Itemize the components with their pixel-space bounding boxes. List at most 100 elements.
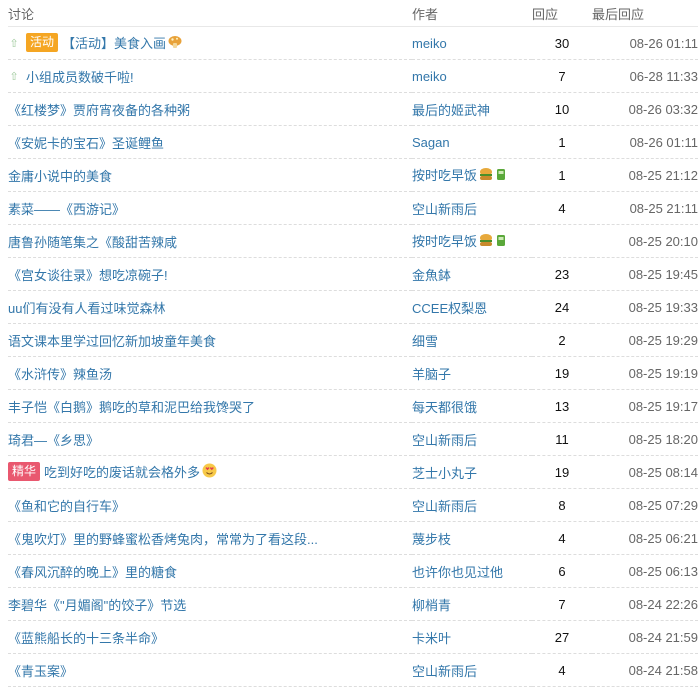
table-row: 琦君—《乡思》 空山新雨后 11 08-25 18:20 <box>8 422 698 456</box>
author-link[interactable]: 蔑步枝 <box>412 532 451 547</box>
author-link[interactable]: 卡米叶 <box>412 631 451 646</box>
reply-count: 30 <box>532 26 592 60</box>
author-link[interactable]: 最后的姬武神 <box>412 103 490 118</box>
author-link[interactable]: 按时吃早饭 <box>412 234 477 249</box>
header-replies: 回应 <box>532 0 592 27</box>
author-link[interactable]: Sagan <box>412 135 450 150</box>
author-cell: 空山新雨后 <box>412 488 532 522</box>
topic-title-link[interactable]: uu们有没有人看过味觉森林 <box>8 301 165 316</box>
topic-title-link[interactable]: 金庸小说中的美食 <box>8 169 112 184</box>
topic-cell: 《春风沉醉的晚上》里的糖食 <box>8 554 412 588</box>
topic-cell: 金庸小说中的美食 <box>8 158 412 192</box>
author-link[interactable]: meiko <box>412 36 447 51</box>
topic-table: 讨论 作者 回应 最后回应 ⇧ 活动 【活动】美食入画 meiko 30 08-26 01… <box>8 0 698 687</box>
table-row: 李碧华《"月媚阁"的饺子》节选 柳梢青 7 08-24 22:26 <box>8 587 698 621</box>
table-row: 《水浒传》辣鱼汤 羊脑子 19 08-25 19:19 <box>8 356 698 390</box>
header-author: 作者 <box>412 0 532 27</box>
table-row: 《红楼梦》贾府宵夜备的各种粥 最后的姬武神 10 08-26 03:32 <box>8 92 698 126</box>
topic-title-link[interactable]: 《青玉案》 <box>8 664 73 679</box>
topic-title-link[interactable]: 唐鲁孙随笔集之《酸甜苦辣咸 <box>8 235 177 250</box>
table-row: 金庸小说中的美食 按时吃早饭 1 08-25 21:12 <box>8 158 698 192</box>
last-reply-time: 08-24 21:59 <box>592 620 698 654</box>
table-row: 《鬼吹灯》里的野蜂蜜松香烤兔肉，常常为了看这段... 蔑步枝 4 08-25 06:2… <box>8 521 698 555</box>
author-cell: 按时吃早饭 <box>412 224 532 258</box>
table-row: ⇧ 活动 【活动】美食入画 meiko 30 08-26 01:11 <box>8 26 698 60</box>
topic-title-link[interactable]: 《蓝熊船长的十三条半命》 <box>8 631 164 646</box>
header-topic: 讨论 <box>8 0 412 27</box>
topic-cell: 《蓝熊船长的十三条半命》 <box>8 620 412 654</box>
topic-title-link[interactable]: 【活动】美食入画 <box>62 37 166 52</box>
burger-drink-icon <box>479 233 509 251</box>
author-cell: 蔑步枝 <box>412 521 532 555</box>
author-link[interactable]: meiko <box>412 69 447 84</box>
table-row: 《蓝熊船长的十三条半命》 卡米叶 27 08-24 21:59 <box>8 620 698 654</box>
last-reply-time: 08-25 19:33 <box>592 290 698 324</box>
topic-cell: 唐鲁孙随笔集之《酸甜苦辣咸 <box>8 224 412 258</box>
topic-title-link[interactable]: 《水浒传》辣鱼汤 <box>8 367 112 382</box>
last-reply-time: 08-26 01:11 <box>592 26 698 60</box>
reply-count: 4 <box>532 191 592 225</box>
topic-cell: 素菜——《西游记》 <box>8 191 412 225</box>
last-reply-time: 08-24 22:26 <box>592 587 698 621</box>
pinned-arrow-icon: ⇧ <box>9 70 19 83</box>
topic-title-link[interactable]: 小组成员数破千啦! <box>26 70 134 85</box>
topic-title-link[interactable]: 素菜——《西游记》 <box>8 202 125 217</box>
author-link[interactable]: 羊脑子 <box>412 367 451 382</box>
topic-title-link[interactable]: 《红楼梦》贾府宵夜备的各种粥 <box>8 103 190 118</box>
pinned-arrow-icon: ⇧ <box>9 37 19 50</box>
topic-title-link[interactable]: 《鱼和它的自行车》 <box>8 499 125 514</box>
topic-title-link[interactable]: 琦君—《乡思》 <box>8 433 99 448</box>
topic-title-link[interactable]: 吃到好吃的废话就会格外多 <box>44 466 200 481</box>
topic-cell: 《宫女谈往录》想吃凉碗子! <box>8 257 412 291</box>
last-reply-time: 08-25 20:10 <box>592 224 698 258</box>
author-link[interactable]: 按时吃早饭 <box>412 168 477 183</box>
topic-tag-badge: 活动 <box>26 33 59 53</box>
author-link[interactable]: 金魚鉢 <box>412 268 451 283</box>
reply-count: 13 <box>532 389 592 423</box>
author-link[interactable]: 空山新雨后 <box>412 664 477 679</box>
topic-title-link[interactable]: 《安妮卡的宝石》圣诞鲤鱼 <box>8 136 164 151</box>
table-row: 《青玉案》 空山新雨后 4 08-24 21:58 <box>8 653 698 687</box>
author-link[interactable]: 每天都很饿 <box>412 400 477 415</box>
author-link[interactable]: 柳梢青 <box>412 598 451 613</box>
author-cell: 卡米叶 <box>412 620 532 654</box>
reply-count: 27 <box>532 620 592 654</box>
reply-count: 4 <box>532 521 592 555</box>
author-link[interactable]: 细雪 <box>412 334 438 349</box>
author-link[interactable]: 芝士小丸子 <box>412 466 477 481</box>
last-reply-time: 08-25 07:29 <box>592 488 698 522</box>
last-reply-time: 08-25 06:21 <box>592 521 698 555</box>
last-reply-time: 08-26 01:11 <box>592 125 698 159</box>
author-cell: meiko <box>412 59 532 93</box>
author-link[interactable]: 空山新雨后 <box>412 433 477 448</box>
author-link[interactable]: 也许你也见过他 <box>412 565 503 580</box>
reply-count: 6 <box>532 554 592 588</box>
last-reply-time: 08-25 19:17 <box>592 389 698 423</box>
reply-count: 7 <box>532 59 592 93</box>
table-row: 《宫女谈往录》想吃凉碗子! 金魚鉢 23 08-25 19:45 <box>8 257 698 291</box>
author-link[interactable]: CCEE权梨恩 <box>412 301 487 316</box>
topic-title-link[interactable]: 李碧华《"月媚阁"的饺子》节选 <box>8 598 186 613</box>
reply-count: 10 <box>532 92 592 126</box>
table-row: 丰子恺《白鹅》鹅吃的草和泥巴给我馋哭了 每天都很饿 13 08-25 19:17 <box>8 389 698 423</box>
topic-title-link[interactable]: 《宫女谈往录》想吃凉碗子! <box>8 268 168 283</box>
topic-cell: 《青玉案》 <box>8 653 412 687</box>
topic-title-link[interactable]: 《鬼吹灯》里的野蜂蜜松香烤兔肉，常常为了看这段... <box>8 532 318 547</box>
topic-cell: 《鱼和它的自行车》 <box>8 488 412 522</box>
topic-cell: ⇧ 小组成员数破千啦! <box>8 59 412 93</box>
last-reply-time: 08-24 21:58 <box>592 653 698 687</box>
topic-cell: 《安妮卡的宝石》圣诞鲤鱼 <box>8 125 412 159</box>
smile-hearts-icon <box>202 463 217 481</box>
author-cell: 芝士小丸子 <box>412 455 532 489</box>
burger-drink-icon <box>479 167 509 185</box>
reply-count: 8 <box>532 488 592 522</box>
last-reply-time: 08-25 21:11 <box>592 191 698 225</box>
topic-title-link[interactable]: 语文课本里学过回忆新加坡童年美食 <box>8 334 216 349</box>
topic-title-link[interactable]: 《春风沉醉的晚上》里的糖食 <box>8 565 177 580</box>
reply-count: 7 <box>532 587 592 621</box>
reply-count: 19 <box>532 356 592 390</box>
topic-title-link[interactable]: 丰子恺《白鹅》鹅吃的草和泥巴给我馋哭了 <box>8 400 255 415</box>
author-link[interactable]: 空山新雨后 <box>412 202 477 217</box>
topic-cell: 琦君—《乡思》 <box>8 422 412 456</box>
author-link[interactable]: 空山新雨后 <box>412 499 477 514</box>
